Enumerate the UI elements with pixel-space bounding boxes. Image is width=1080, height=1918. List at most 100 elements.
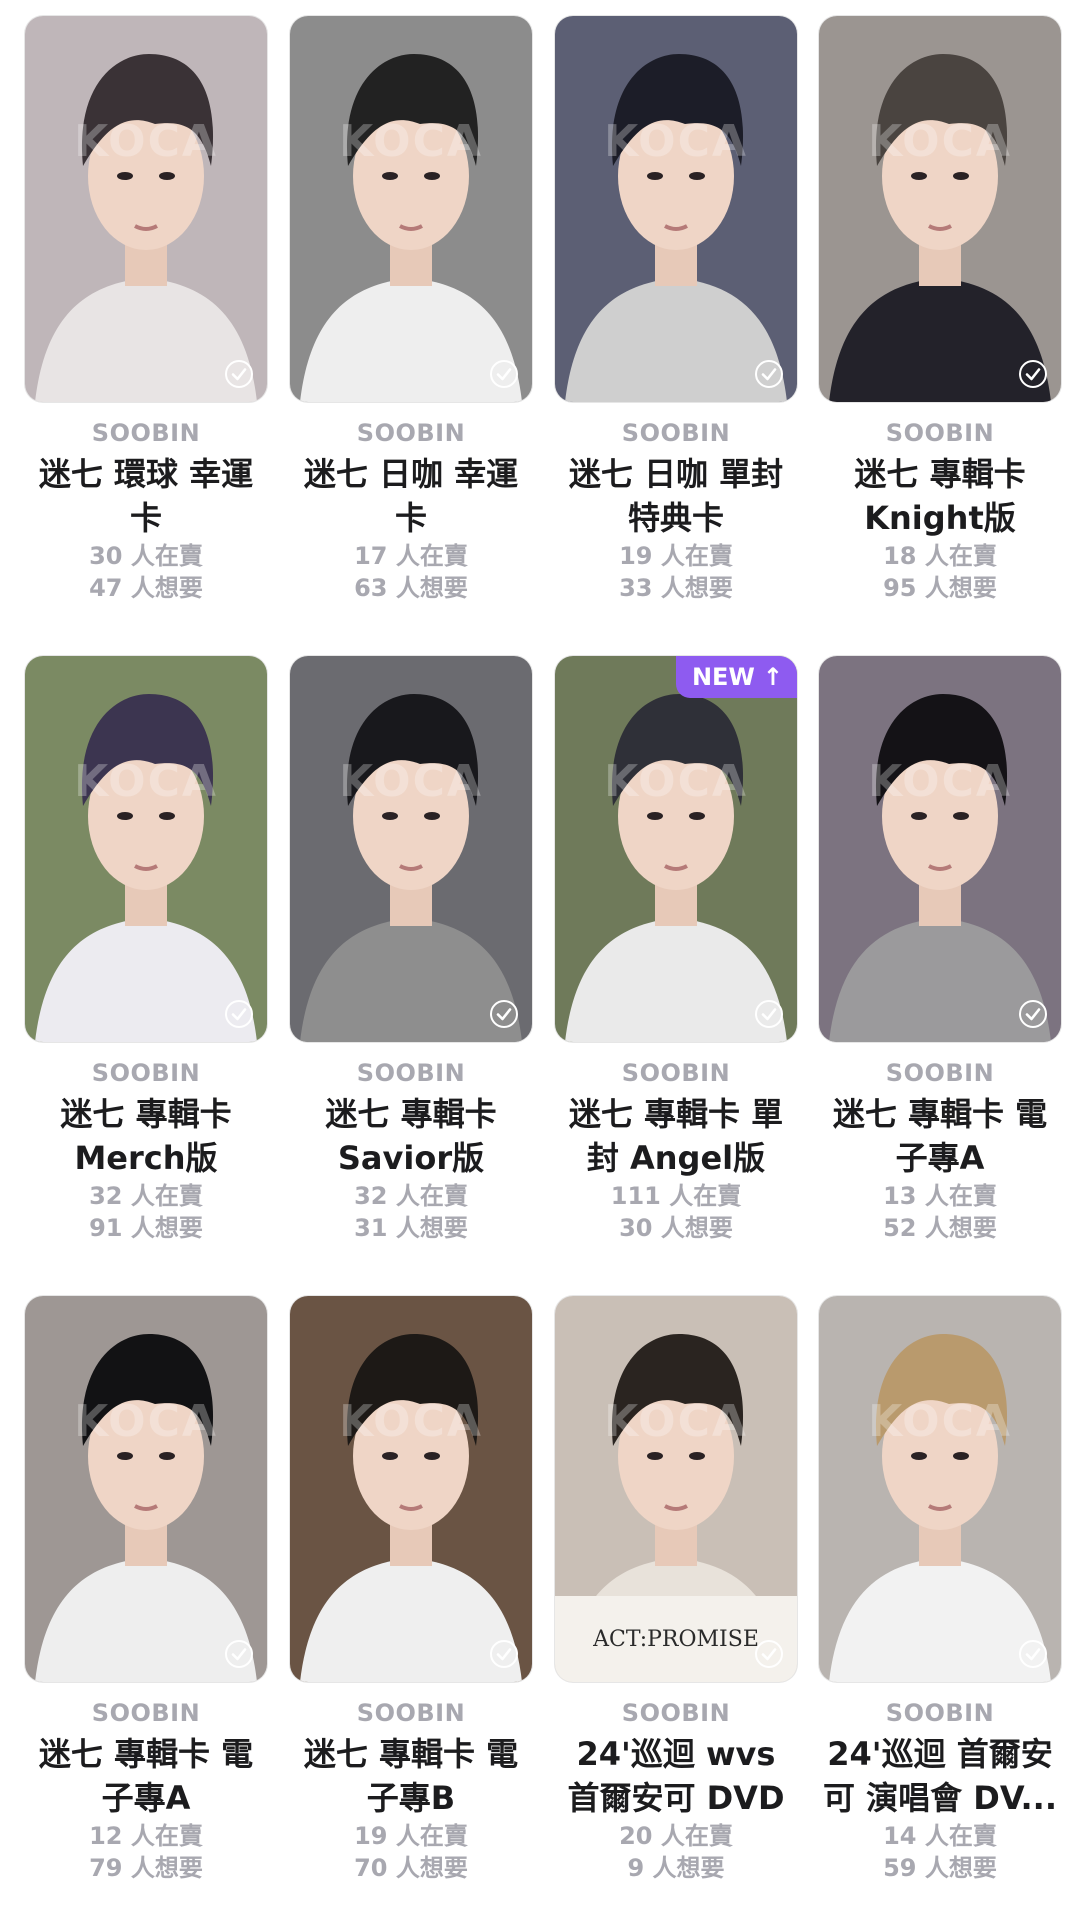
selling-count: 17 人在賣 [354,542,468,570]
photocard-photo[interactable]: KOCA ACT:PROMISE [555,1296,797,1682]
photocard-image [819,656,1061,1042]
photocard-photo[interactable]: KOCA [290,656,532,1042]
selling-count: 32 人在賣 [89,1182,203,1210]
selling-count: 19 人在賣 [354,1822,468,1850]
photocard-image [25,656,267,1042]
check-circle-icon[interactable] [225,1640,253,1668]
wanting-count: 70 人想要 [354,1854,468,1882]
koca-watermark: KOCA [339,756,483,807]
photocard-item[interactable]: KOCA SOOBIN 迷七 環球 幸運卡 30 人在賣 47 人想要 [25,16,267,604]
check-circle-icon[interactable] [225,1000,253,1028]
member-name: SOOBIN [356,419,466,447]
photocard-title[interactable]: 迷七 日咖 單封特典卡 [555,452,797,540]
selling-count: 12 人在賣 [89,1822,203,1850]
photocard-item[interactable]: KOCA SOOBIN 迷七 專輯卡 電子專B 19 人在賣 70 人想要 [290,1296,532,1884]
photocard-photo[interactable]: KOCA [25,1296,267,1682]
photocard-title[interactable]: 迷七 日咖 幸運卡 [290,452,532,540]
photocard-item[interactable]: KOCA SOOBIN 迷七 專輯卡 電子專A 13 人在賣 52 人想要 [819,656,1061,1244]
check-circle-icon[interactable] [755,360,783,388]
koca-watermark: KOCA [74,756,218,807]
check-circle-icon[interactable] [1019,1640,1047,1668]
selling-count: 19 人在賣 [619,542,733,570]
member-name: SOOBIN [885,419,995,447]
koca-watermark: KOCA [604,116,748,167]
koca-watermark: KOCA [339,1396,483,1447]
photocard-title[interactable]: 迷七 專輯卡 電子專A [25,1732,267,1820]
up-arrow-icon: ↑ [762,663,783,691]
check-circle-icon[interactable] [755,1000,783,1028]
check-circle-icon[interactable] [490,1000,518,1028]
photocard-item[interactable]: KOCA ACT:PROMISE SOOBIN 24'巡迴 wvs 首爾安可 DVD … [555,1296,797,1884]
member-name: SOOBIN [885,1059,995,1087]
member-name: SOOBIN [356,1699,466,1727]
member-name: SOOBIN [91,1059,201,1087]
photocard-photo[interactable]: KOCA [290,1296,532,1682]
wanting-count: 47 人想要 [89,574,203,602]
koca-watermark: KOCA [339,116,483,167]
photocard-image [25,1296,267,1682]
photocard-title[interactable]: 24'巡迴 wvs 首爾安可 DVD ... [555,1732,797,1820]
photocard-image [25,16,267,402]
photocard-photo[interactable]: KOCA [290,16,532,402]
check-circle-icon[interactable] [1019,1000,1047,1028]
photocard-title[interactable]: 迷七 專輯卡 Knight版 [819,452,1061,540]
photocard-photo[interactable]: KOCA [819,16,1061,402]
photocard-image [555,16,797,402]
wanting-count: 31 人想要 [354,1214,468,1242]
koca-watermark: KOCA [74,116,218,167]
photocard-photo[interactable]: KOCA [819,656,1061,1042]
wanting-count: 59 人想要 [883,1854,997,1882]
check-circle-icon[interactable] [490,1640,518,1668]
koca-watermark: KOCA [604,756,748,807]
photocard-item[interactable]: KOCA NEW ↑ SOOBIN 迷七 專輯卡 單封 Angel版 111 人在賣 30 … [555,656,797,1244]
member-name: SOOBIN [356,1059,466,1087]
wanting-count: 63 人想要 [354,574,468,602]
selling-count: 32 人在賣 [354,1182,468,1210]
photocard-title[interactable]: 迷七 專輯卡 Merch版 [25,1092,267,1180]
photocard-title[interactable]: 24'巡迴 首爾安可 演唱會 DV... [819,1732,1061,1820]
photocard-title[interactable]: 迷七 專輯卡 電子專B [290,1732,532,1820]
selling-count: 111 人在賣 [610,1182,742,1210]
photocard-title[interactable]: 迷七 專輯卡 Savior版 [290,1092,532,1180]
member-name: SOOBIN [885,1699,995,1727]
selling-count: 30 人在賣 [89,542,203,570]
check-circle-icon[interactable] [755,1640,783,1668]
photocard-image [819,16,1061,402]
koca-watermark: KOCA [868,756,1012,807]
photocard-photo[interactable]: KOCA [25,16,267,402]
photocard-item[interactable]: KOCA SOOBIN 24'巡迴 首爾安可 演唱會 DV... 14 人在賣 59 人… [819,1296,1061,1884]
photocard-item[interactable]: KOCA SOOBIN 迷七 專輯卡 電子專A 12 人在賣 79 人想要 [25,1296,267,1884]
photocard-title[interactable]: 迷七 專輯卡 電子專A [819,1092,1061,1180]
photocard-photo[interactable]: KOCA [25,656,267,1042]
check-circle-icon[interactable] [1019,360,1047,388]
member-name: SOOBIN [621,419,731,447]
wanting-count: 91 人想要 [89,1214,203,1242]
koca-watermark: KOCA [604,1396,748,1447]
wanting-count: 9 人想要 [627,1854,725,1882]
photocard-item[interactable]: KOCA SOOBIN 迷七 日咖 幸運卡 17 人在賣 63 人想要 [290,16,532,604]
member-name: SOOBIN [91,419,201,447]
wanting-count: 79 人想要 [89,1854,203,1882]
photocard-item[interactable]: KOCA SOOBIN 迷七 專輯卡 Knight版 18 人在賣 95 人想要 [819,16,1061,604]
photocard-photo[interactable]: KOCA [819,1296,1061,1682]
check-circle-icon[interactable] [225,360,253,388]
photocard-image [290,1296,532,1682]
koca-watermark: KOCA [74,1396,218,1447]
new-badge-label: NEW [691,663,755,691]
photocard-item[interactable]: KOCA SOOBIN 迷七 專輯卡 Savior版 32 人在賣 31 人想要 [290,656,532,1244]
photocard-item[interactable]: KOCA SOOBIN 迷七 日咖 單封特典卡 19 人在賣 33 人想要 [555,16,797,604]
wanting-count: 52 人想要 [883,1214,997,1242]
photocard-photo[interactable]: KOCA NEW ↑ [555,656,797,1042]
photocard-image [290,16,532,402]
photocard-photo[interactable]: KOCA [555,16,797,402]
check-circle-icon[interactable] [490,360,518,388]
wanting-count: 33 人想要 [619,574,733,602]
koca-watermark: KOCA [868,116,1012,167]
photocard-title[interactable]: 迷七 環球 幸運卡 [25,452,267,540]
photocard-image [555,656,797,1042]
photocard-title[interactable]: 迷七 專輯卡 單封 Angel版 [555,1092,797,1180]
photocard-image [555,1296,797,1682]
member-name: SOOBIN [621,1699,731,1727]
photocard-item[interactable]: KOCA SOOBIN 迷七 專輯卡 Merch版 32 人在賣 91 人想要 [25,656,267,1244]
koca-watermark: KOCA [868,1396,1012,1447]
